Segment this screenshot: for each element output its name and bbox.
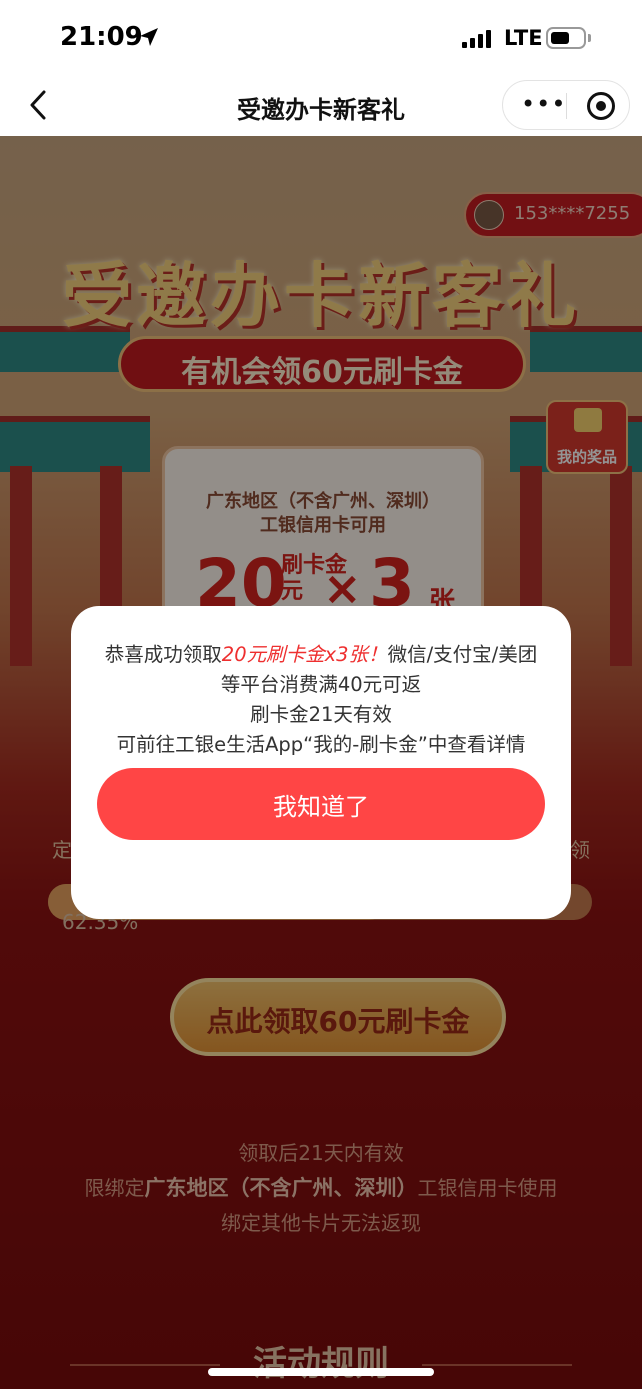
battery-icon <box>546 27 586 49</box>
more-icon[interactable]: ••• <box>521 92 566 116</box>
dialog-message-details: 可前往工银e生活App“我的-刷卡金”中查看详情 <box>116 733 526 756</box>
status-bar: 21:09 LTE <box>0 0 642 78</box>
home-indicator <box>208 1368 434 1376</box>
battery-tip <box>588 34 591 42</box>
dialog-message-validity: 刷卡金21天有效 <box>250 703 392 726</box>
capsule-divider <box>566 93 567 119</box>
close-miniprogram-icon[interactable] <box>587 92 615 120</box>
got-it-button[interactable]: 我知道了 <box>97 768 545 840</box>
status-time: 21:09 <box>60 22 143 52</box>
success-dialog: 恭喜成功领取20元刷卡金x3张！微信/支付宝/美团等平台消费满40元可返 刷卡金… <box>71 606 571 919</box>
network-type: LTE <box>504 26 543 50</box>
dialog-message: 恭喜成功领取20元刷卡金x3张！微信/支付宝/美团等平台消费满40元可返 刷卡金… <box>97 640 545 760</box>
location-arrow-icon <box>140 28 158 46</box>
nav-bar: 受邀办卡新客礼 ••• <box>0 78 642 136</box>
cellular-signal-icon <box>462 30 491 48</box>
miniprogram-capsule: ••• <box>502 80 630 130</box>
dialog-message-emphasis: 20元刷卡金x3张！ <box>221 643 388 666</box>
dialog-message-prefix: 恭喜成功领取 <box>104 643 222 666</box>
